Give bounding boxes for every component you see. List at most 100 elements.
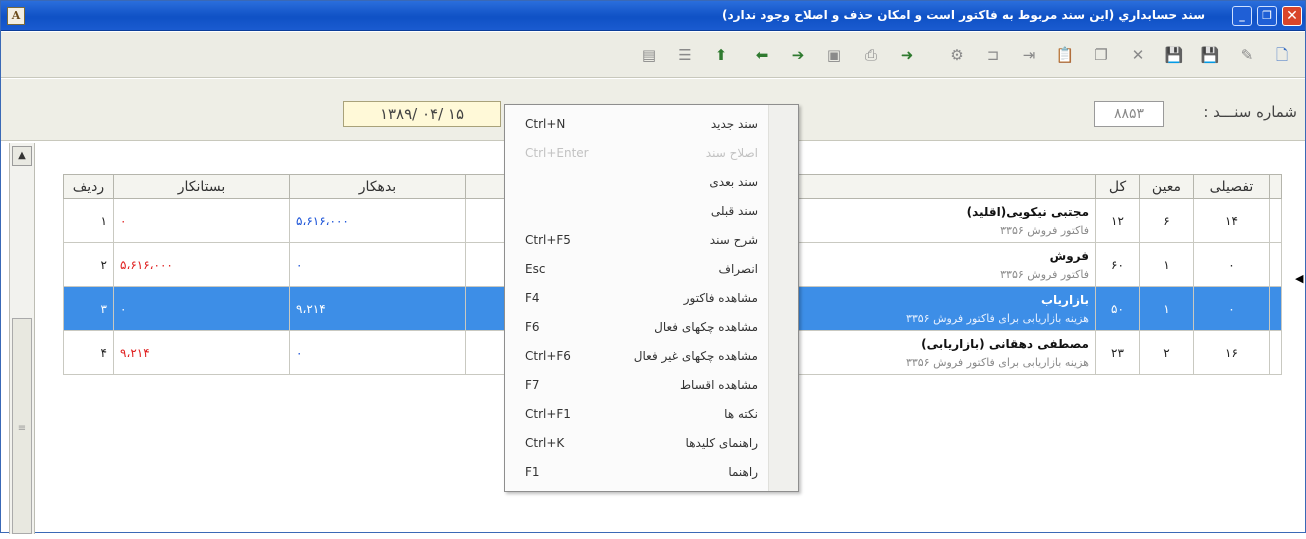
save-icon[interactable]: 💾 xyxy=(1199,44,1221,66)
cell-kol: ۱۲ xyxy=(1095,198,1140,243)
menu-shortcut: Ctrl+F1 xyxy=(525,407,571,421)
cell-kol: ۶۰ xyxy=(1095,242,1140,287)
app-icon[interactable]: A xyxy=(7,7,25,25)
menu-item-notes[interactable]: Ctrl+F1 نکته ها xyxy=(505,401,798,428)
menu-shortcut: F6 xyxy=(525,320,540,334)
cell-kol: ۲۳ xyxy=(1095,330,1140,375)
menu-item-inactive-checks[interactable]: Ctrl+F6 مشاهده چکهای غیر فعال xyxy=(505,343,798,370)
menu-item-view-invoice[interactable]: F4 مشاهده فاكتور xyxy=(505,285,798,312)
paste-icon[interactable]: 📋 xyxy=(1054,44,1076,66)
vertical-scrollbar[interactable]: ▲ ≡ xyxy=(9,143,35,534)
menu-item-installments[interactable]: F7 مشاهده اقساط xyxy=(505,372,798,399)
cell-blank xyxy=(465,198,506,243)
edit-pencil-icon[interactable]: ✎ xyxy=(1236,44,1258,66)
col-header-selector xyxy=(1269,174,1282,199)
app-window: A سند حسابداري (اين سند مربوط به فاكتور … xyxy=(0,0,1306,534)
menu-label: سند جدید xyxy=(710,117,758,131)
cell-tafsili: ۱۶ xyxy=(1193,330,1270,375)
current-row-indicator-icon: ◀ xyxy=(1295,272,1304,285)
menu-label: نکته ها xyxy=(724,407,758,421)
close-button[interactable]: ✕ xyxy=(1282,6,1302,26)
forward-doc-icon[interactable]: ➜ xyxy=(896,44,918,66)
menu-label: مشاهده چکهای غیر فعال xyxy=(633,349,758,363)
export-icon[interactable]: ⬆ xyxy=(710,44,732,66)
menu-label: مشاهده فاكتور xyxy=(683,291,758,305)
menu-item-key-guide[interactable]: Ctrl+K راهنمای کلیدها xyxy=(505,430,798,457)
menu-item-new-doc[interactable]: Ctrl+N سند جدید xyxy=(505,111,798,138)
menu-item-help[interactable]: F1 راهنما xyxy=(505,459,798,486)
doc-number-label: شماره سنـــد : xyxy=(1203,103,1297,121)
col-header-bestankar[interactable]: بستانکار xyxy=(113,174,290,199)
cell-radif: ۳ xyxy=(63,286,114,331)
new-document-icon[interactable]: 🗋 xyxy=(1271,44,1293,66)
col-header-blank xyxy=(465,174,506,199)
cell-blank xyxy=(465,286,506,331)
cell-moin: ۱ xyxy=(1139,286,1194,331)
col-header-bedehkar[interactable]: بدهکار xyxy=(289,174,466,199)
scroll-thumb[interactable]: ≡ xyxy=(12,318,32,534)
indent-icon[interactable]: ⊐ xyxy=(982,44,1004,66)
menu-item-edit-doc[interactable]: Ctrl+Enter اصلاح سند xyxy=(505,140,798,167)
menu-label: مشاهده چکهای فعال xyxy=(654,320,758,334)
menu-item-cancel[interactable]: Esc انصراف xyxy=(505,256,798,283)
minimize-button[interactable]: _ xyxy=(1232,6,1252,26)
delete-icon[interactable]: ✕ xyxy=(1127,44,1149,66)
menu-shortcut: Ctrl+Enter xyxy=(525,146,589,160)
cell-moin: ۱ xyxy=(1139,242,1194,287)
report-icon[interactable]: ▤ xyxy=(638,44,660,66)
cell-tafsili: ۱۴ xyxy=(1193,198,1270,243)
menu-shortcut: F7 xyxy=(525,378,540,392)
menu-label: راهنمای کلیدها xyxy=(685,436,758,450)
cell-bestankar: ۰ xyxy=(113,198,290,243)
col-header-radif[interactable]: ردیف xyxy=(63,174,114,199)
menu-item-doc-description[interactable]: Ctrl+F5 شرح سند xyxy=(505,227,798,254)
menu-shortcut: Ctrl+F5 xyxy=(525,233,571,247)
next-icon[interactable]: ➔ xyxy=(787,44,809,66)
cell-moin: ۲ xyxy=(1139,330,1194,375)
cell-tafsili: ۰ xyxy=(1193,242,1270,287)
list-icon[interactable]: ☰ xyxy=(674,44,696,66)
scroll-up-icon[interactable]: ▲ xyxy=(12,146,32,166)
copy-icon[interactable]: ❐ xyxy=(1090,44,1112,66)
cell-bedehkar: ۵،۶۱۶،۰۰۰ xyxy=(289,198,466,243)
menu-label: اصلاح سند xyxy=(705,146,758,160)
menu-label: سند بعدی xyxy=(709,175,758,189)
menu-shortcut: Ctrl+N xyxy=(525,117,566,131)
cell-blank xyxy=(465,330,506,375)
row-selector[interactable] xyxy=(1269,286,1282,331)
cell-radif: ۴ xyxy=(63,330,114,375)
save-as-icon[interactable]: 💾 xyxy=(1163,44,1185,66)
col-header-moin[interactable]: معین xyxy=(1139,174,1194,199)
cell-moin: ۶ xyxy=(1139,198,1194,243)
menu-item-next-doc[interactable]: سند بعدی xyxy=(505,169,798,196)
calculator-icon[interactable]: ⚙ xyxy=(946,44,968,66)
menu-label: راهنما xyxy=(728,465,758,479)
cell-bestankar: ۰ xyxy=(113,286,290,331)
date-field[interactable]: ۱۳۸۹/ ۰۴/ ۱۵ xyxy=(343,101,501,127)
previous-icon[interactable]: ⬅ xyxy=(751,44,773,66)
window-title: سند حسابداري (اين سند مربوط به فاكتور اس… xyxy=(722,8,1205,22)
menu-label: انصراف xyxy=(718,262,758,276)
print-icon[interactable]: ⎙ xyxy=(860,44,882,66)
menu-label: مشاهده اقساط xyxy=(679,378,758,392)
cell-blank xyxy=(465,242,506,287)
row-selector[interactable] xyxy=(1269,198,1282,243)
col-header-tafsili[interactable]: تفصیلی xyxy=(1193,174,1270,199)
preview-icon[interactable]: ▣ xyxy=(823,44,845,66)
menu-label: سند قبلی xyxy=(710,204,758,218)
doc-number-field[interactable]: ۸۸۵۳ xyxy=(1094,101,1164,127)
menu-item-prev-doc[interactable]: سند قبلی xyxy=(505,198,798,225)
cell-bestankar: ۹،۲۱۴ xyxy=(113,330,290,375)
col-header-kol[interactable]: کل xyxy=(1095,174,1140,199)
menu-shortcut: Esc xyxy=(525,262,546,276)
cell-bedehkar: ۹،۲۱۴ xyxy=(289,286,466,331)
cell-tafsili: ۰ xyxy=(1193,286,1270,331)
menu-label: شرح سند xyxy=(709,233,758,247)
row-selector[interactable] xyxy=(1269,242,1282,287)
maximize-button[interactable]: ❐ xyxy=(1257,6,1277,26)
menu-shortcut: Ctrl+F6 xyxy=(525,349,571,363)
insert-row-icon[interactable]: ⇥ xyxy=(1018,44,1040,66)
row-selector[interactable] xyxy=(1269,330,1282,375)
menu-item-active-checks[interactable]: F6 مشاهده چکهای فعال xyxy=(505,314,798,341)
menu-shortcut: Ctrl+K xyxy=(525,436,565,450)
